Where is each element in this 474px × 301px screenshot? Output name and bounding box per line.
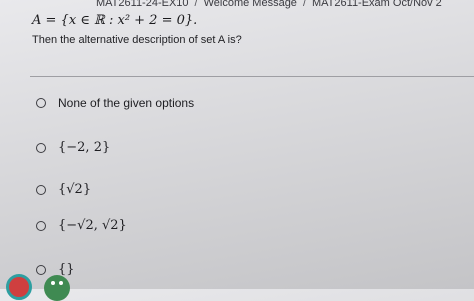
breadcrumb: MAT2611-24-EX10 / Welcome Message / MAT2…	[96, 0, 474, 12]
breadcrumb-item-course[interactable]: MAT2611-24-EX10	[96, 0, 189, 9]
question-area: A = {x ∈ ℝ : x² + 2 = 0}. Then the alter…	[32, 12, 472, 46]
divider	[30, 76, 474, 77]
breadcrumb-item-exam[interactable]: MAT2611-Exam Oct/Nov 2	[312, 0, 442, 9]
set-definition: A = {x ∈ ℝ : x² + 2 = 0}.	[32, 13, 198, 28]
breadcrumb-separator: /	[194, 0, 198, 9]
option-sqrt-two[interactable]: {√2}	[36, 182, 91, 197]
breadcrumb-separator: /	[302, 0, 306, 9]
app-launcher-icon[interactable]	[6, 274, 32, 300]
radio-button[interactable]	[36, 98, 46, 108]
radio-button[interactable]	[36, 142, 46, 153]
breadcrumb-item-welcome[interactable]: Welcome Message	[204, 0, 297, 9]
option-label: None of the given options	[58, 96, 195, 110]
option-label: {−√2, √2}	[58, 218, 127, 233]
assistant-icon[interactable]	[44, 275, 70, 301]
radio-button[interactable]	[36, 184, 46, 195]
radio-button[interactable]	[36, 220, 46, 231]
question-prompt: Then the alternative description of set …	[32, 34, 242, 46]
option-label: {√2}	[58, 182, 92, 197]
radio-button[interactable]	[36, 264, 46, 275]
option-label: {−2, 2}	[58, 140, 111, 155]
option-plus-minus-sqrt-two[interactable]: {−√2, √2}	[36, 218, 127, 233]
option-minus-two-two[interactable]: {−2, 2}	[36, 140, 110, 155]
option-none[interactable]: None of the given options	[36, 96, 194, 110]
